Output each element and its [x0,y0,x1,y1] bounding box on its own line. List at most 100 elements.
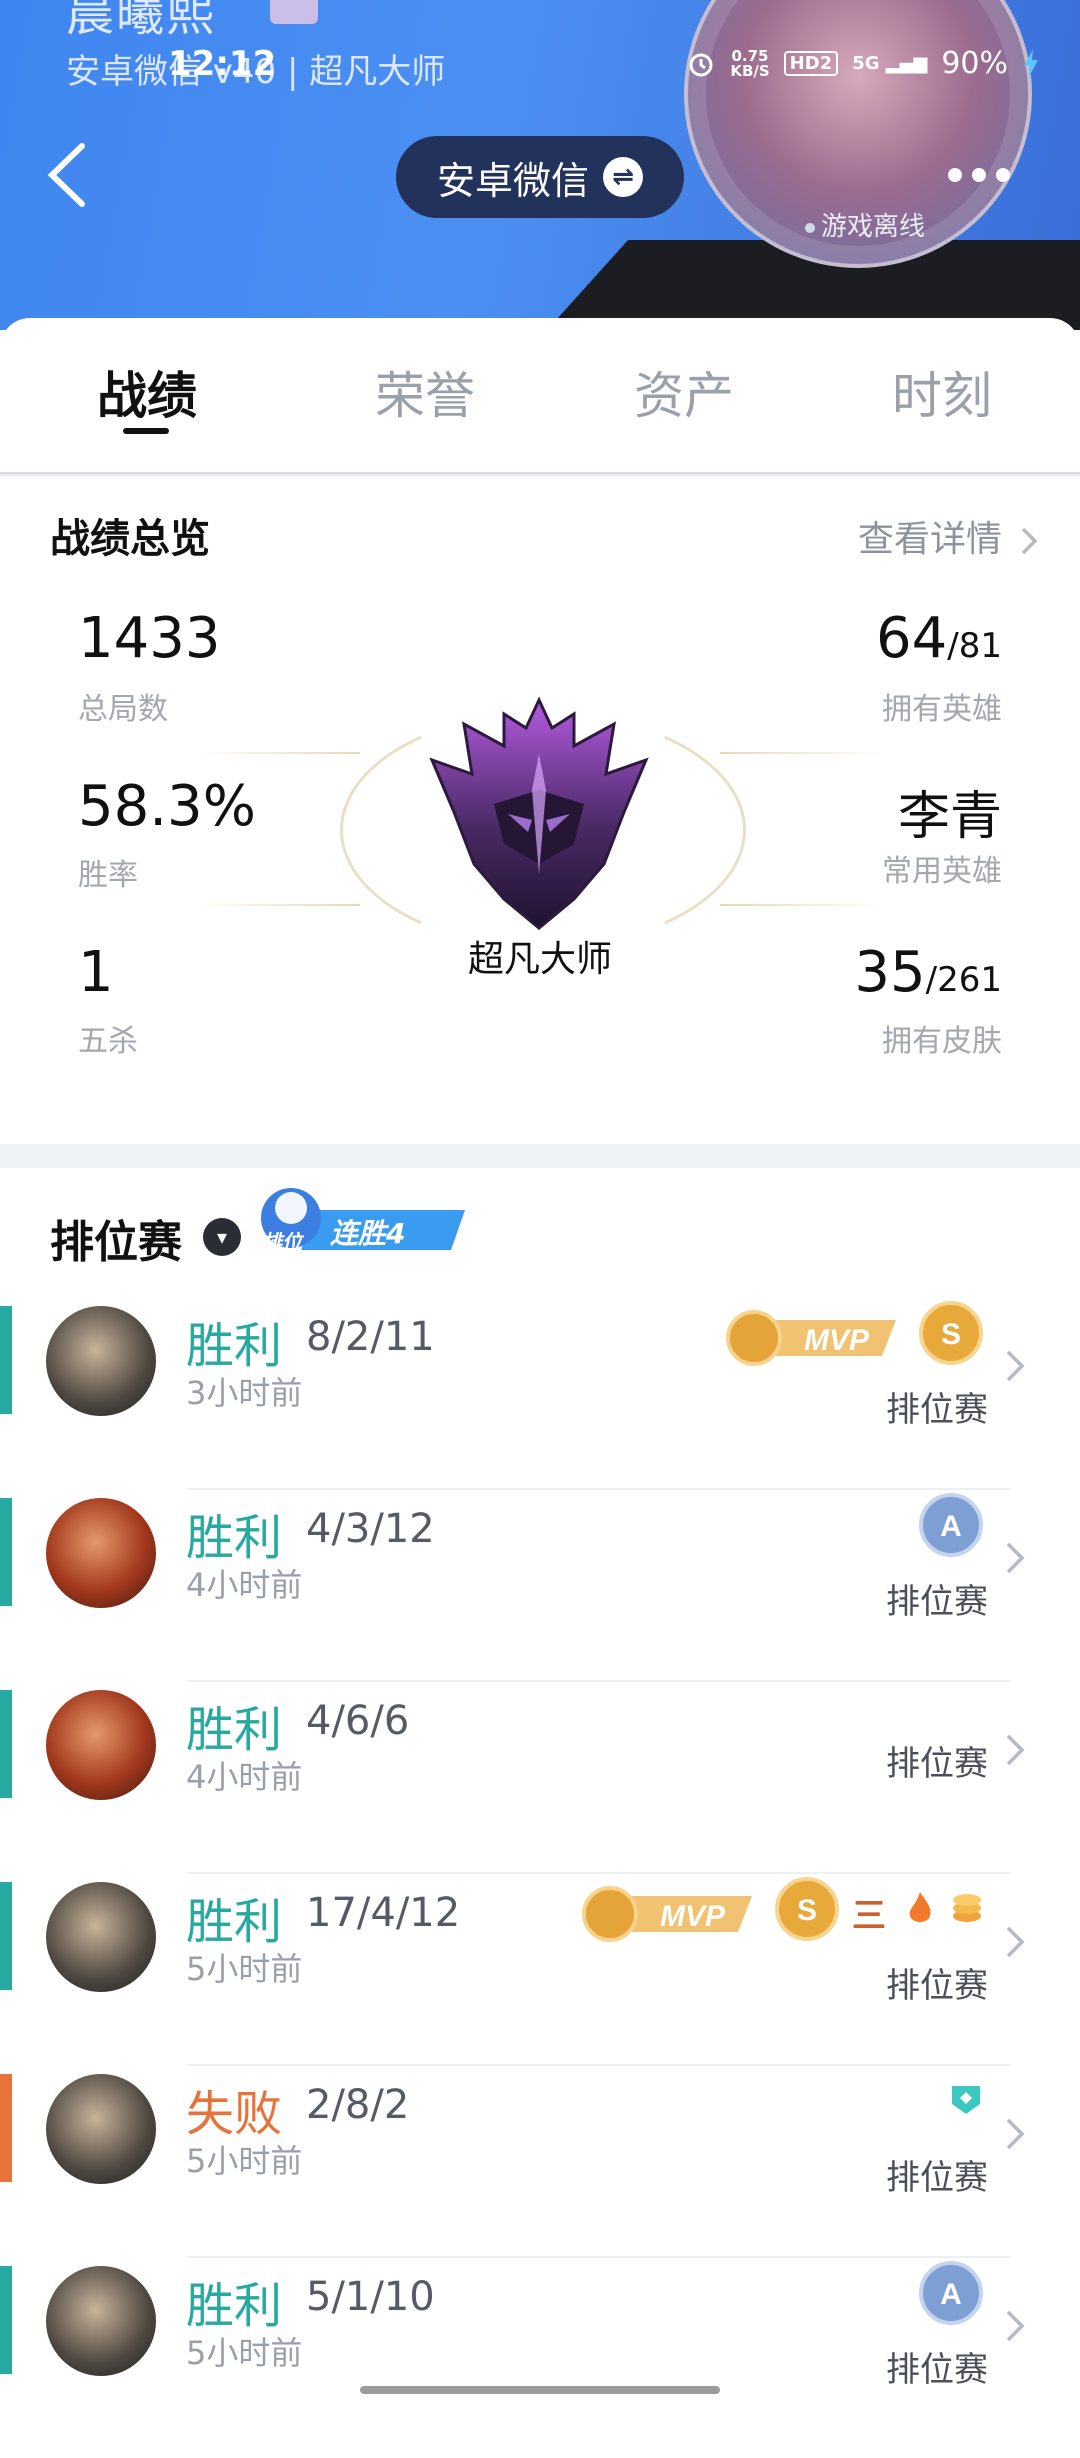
match-result: 胜利 [186,1702,283,1758]
match-result: 胜利 [186,1894,283,1950]
match-time: 5小时前 [186,2334,303,2372]
total-games-label: 总局数 [78,692,168,727]
match-time: 5小时前 [186,2142,303,2180]
row-separator [186,1488,1010,1490]
coins-icon [953,1894,981,1922]
tab-honor[interactable]: 荣誉 [355,356,495,428]
match-row[interactable]: 胜利 4/6/6 4小时前 排位赛 [0,1690,1080,1882]
match-result: 胜利 [186,2278,283,2334]
chevron-right-icon [1022,527,1038,555]
win-rate-label: 胜率 [78,858,138,893]
s-grade-icon: S [775,1877,839,1941]
owned-skins-value: 35/261 [854,940,1002,1005]
profile-header: 游戏离线 晨曦熙 安卓微信 v40 | 超凡大师 12:12 0.75 KB/S … [0,0,1080,330]
match-kda: 8/2/11 [306,1314,435,1360]
home-indicator[interactable] [360,2386,720,2394]
result-bar [0,1690,12,1798]
master-rank-emblem-icon[interactable] [424,694,654,934]
match-kda: 4/3/12 [306,1506,435,1552]
swap-icon: ⇌ [603,157,643,197]
player-name: 晨曦熙 [66,0,217,42]
decor-line [720,904,890,906]
match-kda: 5/1/10 [306,2274,435,2320]
ranked-dropdown-button[interactable]: ▾ [203,1218,241,1256]
a-grade-icon: A [919,2261,983,2325]
row-separator [186,1680,1010,1682]
match-result: 胜利 [186,1510,283,1566]
more-options-button[interactable] [948,168,1010,182]
pentakill-label: 五杀 [78,1024,138,1059]
svg-text:A: A [940,1510,962,1543]
overview-title: 战绩总览 [50,516,210,562]
result-bar [0,2074,12,2182]
svg-text:S: S [941,1318,961,1351]
status-bar-right: 0.75 KB/S HD2 5G ▂▄▆ 90% [686,46,1040,81]
chevron-right-icon [1006,2310,1025,2342]
match-mode: 排位赛 [886,1390,988,1430]
decor-line [190,752,360,754]
alarm-icon [689,53,713,76]
match-mode: 排位赛 [886,2158,988,2198]
active-tab-indicator [123,428,169,434]
hero-avatar [46,2266,156,2376]
view-details-link[interactable]: 查看详情 [858,510,1039,562]
s-grade-icon: S [919,1301,983,1365]
tab-bar: 战绩 荣誉 资产 时刻 [0,318,1080,476]
owned-heroes-value: 64/81 [876,606,1002,671]
match-time: 4小时前 [186,1566,303,1604]
decor-line [190,904,360,906]
match-time: 4小时前 [186,1758,303,1796]
row-separator [186,2256,1010,2258]
tab-moments[interactable]: 时刻 [872,356,1012,428]
online-status: 游戏离线 [805,206,925,243]
row-separator [186,1872,1010,1874]
row-separator [186,2064,1010,2066]
match-time: 5小时前 [186,1950,303,1988]
match-row[interactable]: 胜利 4/3/12 4小时前 A 排位赛 [0,1493,1080,1690]
triple-kill-icon: 三 [852,1896,886,1936]
shield-diamond-icon [952,2086,980,2114]
hero-avatar [46,2074,156,2184]
result-bar [0,1306,12,1414]
platform-label: 安卓微信 [436,158,589,203]
main-hero-label: 常用英雄 [882,854,1002,889]
match-row[interactable]: 胜利 8/2/11 3小时前 MVP S 排位赛 [0,1301,1080,1498]
fire-icon [909,1892,931,1922]
match-row[interactable]: 胜利 17/4/12 5小时前 MVP S 三 排位赛 [0,1877,1080,2074]
net-speed: 0.75 KB/S [730,46,770,80]
ranked-title: 排位赛 [50,1217,182,1268]
svg-text:MVP: MVP [660,1900,726,1933]
chevron-right-icon [1006,1350,1025,1382]
match-row[interactable]: 失败 2/8/2 5小时前 排位赛 [0,2074,1080,2266]
battery-level: 90% [941,46,1008,81]
win-streak-text: 连胜4 [330,1217,406,1250]
decor-line [720,752,890,754]
tab-assets[interactable]: 资产 [614,356,754,428]
status-time: 12:12 [168,44,277,84]
match-kda: 17/4/12 [306,1890,461,1936]
match-mode: 排位赛 [886,1582,988,1622]
svg-text:A: A [940,2278,962,2311]
chevron-right-icon [1006,1734,1025,1766]
mvp-badge-icon: MVP [582,1886,752,1942]
ranked-mini-label: 排位 [262,1230,302,1254]
match-mode: 排位赛 [886,1966,988,2006]
status-dot [805,222,815,233]
match-time: 3小时前 [186,1374,303,1412]
back-button[interactable] [44,140,90,210]
match-result: 胜利 [186,1318,283,1374]
pentakill-value: 1 [78,940,114,1005]
result-bar [0,1498,12,1606]
mvp-badge-icon: MVP [726,1310,896,1366]
chevron-down-icon: ▾ [216,1225,228,1249]
main-hero-value: 李青 [897,787,1002,847]
total-games-value: 1433 [78,606,221,671]
hero-avatar [46,1690,156,1800]
a-grade-icon: A [919,1493,983,1557]
match-row[interactable]: 胜利 5/1/10 5小时前 A 排位赛 [0,2261,1080,2458]
hero-avatar [46,1882,156,1992]
match-kda: 2/8/2 [306,2082,410,2128]
platform-switch-button[interactable]: 安卓微信 ⇌ [396,136,684,218]
chevron-right-icon [1006,2118,1025,2150]
tab-record[interactable]: 战绩 [77,356,217,428]
